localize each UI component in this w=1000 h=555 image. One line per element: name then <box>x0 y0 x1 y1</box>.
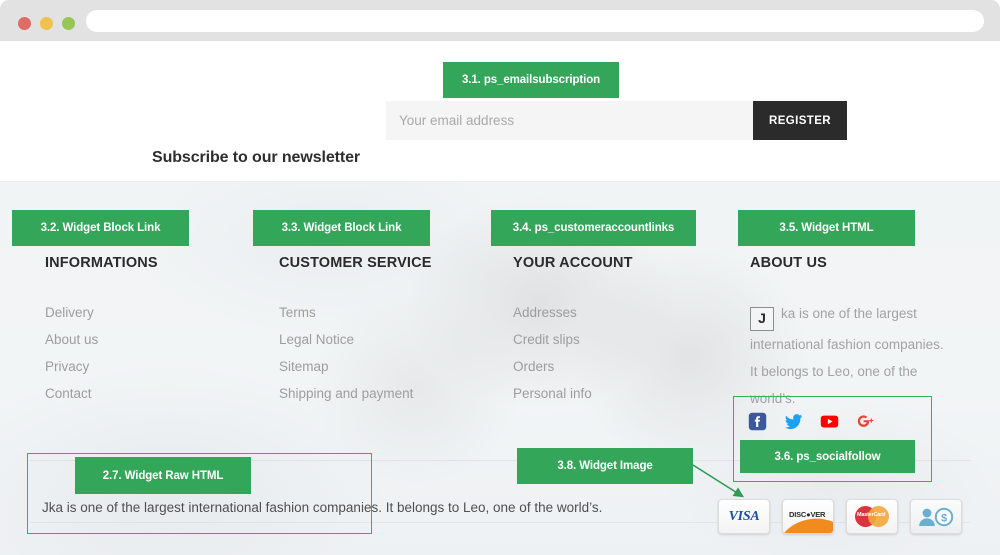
footer-column-heading-customer-service: CUSTOMER SERVICE <box>279 255 432 271</box>
list-item: Shipping and payment <box>279 380 432 407</box>
footer-column-your-account: YOUR ACCOUNT Addresses Credit slips Orde… <box>513 255 633 407</box>
annotation-chip-widget-block-link-2: 3.3. Widget Block Link <box>253 210 430 246</box>
list-item: Addresses <box>513 299 633 326</box>
annotation-chip-widget-raw-html: 2.7. Widget Raw HTML <box>75 457 251 494</box>
mastercard-card-icon: MasterCard <box>846 499 898 534</box>
visa-card-label: VISA <box>728 508 760 524</box>
annotation-chip-widget-block-link-1: 3.2. Widget Block Link <box>12 210 189 246</box>
list-item: Personal info <box>513 380 633 407</box>
footer-link-delivery[interactable]: Delivery <box>45 299 158 326</box>
annotation-chip-widget-image: 3.8. Widget Image <box>517 448 693 484</box>
footer-link-privacy[interactable]: Privacy <box>45 353 158 380</box>
window-controls <box>18 17 75 30</box>
newsletter-register-button[interactable]: REGISTER <box>753 101 847 140</box>
youtube-icon[interactable] <box>820 412 839 431</box>
list-item: Orders <box>513 353 633 380</box>
footer-link-legal-notice[interactable]: Legal Notice <box>279 326 432 353</box>
discover-card-icon: DISC●VER <box>782 499 834 534</box>
footer-link-credit-slips[interactable]: Credit slips <box>513 326 633 353</box>
list-item: Delivery <box>45 299 158 326</box>
footer-link-contact[interactable]: Contact <box>45 380 158 407</box>
annotation-chip-ps-socialfollow: 3.6. ps_socialfollow <box>740 440 915 473</box>
footer-column-heading-about-us: ABOUT US <box>750 255 827 271</box>
close-window-button[interactable] <box>18 17 31 30</box>
newsletter-title: Subscribe to our newsletter <box>152 149 361 166</box>
discover-card-label: DISC●VER <box>789 510 826 519</box>
browser-chrome <box>0 0 1000 41</box>
about-us-description: ka is one of the largest international f… <box>750 306 944 406</box>
footer-column-about-us: ABOUT US Jka is one of the largest inter… <box>750 255 950 412</box>
widget-raw-html-text: Jka is one of the largest international … <box>42 500 603 515</box>
mastercard-card-label: MasterCard <box>857 512 886 518</box>
list-item: Sitemap <box>279 353 432 380</box>
paypal-card-icon: $ <box>910 499 962 534</box>
footer-links-your-account: Addresses Credit slips Orders Personal i… <box>513 299 633 407</box>
address-bar[interactable] <box>86 10 984 32</box>
google-plus-icon[interactable] <box>856 412 875 431</box>
list-item: About us <box>45 326 158 353</box>
annotation-chip-ps-customeraccountlinks: 3.4. ps_customeraccountlinks <box>491 210 696 246</box>
social-follow-icons <box>748 412 875 431</box>
footer-links-customer-service: Terms Legal Notice Sitemap Shipping and … <box>279 299 432 407</box>
list-item: Legal Notice <box>279 326 432 353</box>
footer-links-informations: Delivery About us Privacy Contact <box>45 299 158 407</box>
twitter-icon[interactable] <box>784 412 803 431</box>
brand-initial-badge: J <box>750 306 774 331</box>
about-us-text-block: Jka is one of the largest international … <box>750 300 950 412</box>
list-item: Contact <box>45 380 158 407</box>
footer-column-heading-your-account: YOUR ACCOUNT <box>513 255 633 271</box>
footer-column-heading-informations: INFORMATIONS <box>45 255 158 271</box>
list-item: Terms <box>279 299 432 326</box>
visa-card-icon: VISA <box>718 499 770 534</box>
list-item: Privacy <box>45 353 158 380</box>
footer-column-informations: INFORMATIONS Delivery About us Privacy C… <box>45 255 158 407</box>
footer-link-orders[interactable]: Orders <box>513 353 633 380</box>
footer-link-personal-info[interactable]: Personal info <box>513 380 633 407</box>
page-root: Subscribe to our newsletter REGISTER 3.1… <box>0 0 1000 555</box>
maximize-window-button[interactable] <box>62 17 75 30</box>
list-item: Credit slips <box>513 326 633 353</box>
footer-link-sitemap[interactable]: Sitemap <box>279 353 432 380</box>
footer-column-customer-service: CUSTOMER SERVICE Terms Legal Notice Site… <box>279 255 432 407</box>
facebook-icon[interactable] <box>748 412 767 431</box>
annotation-chip-ps-emailsubscription: 3.1. ps_emailsubscription <box>443 62 619 98</box>
annotation-chip-widget-html: 3.5. Widget HTML <box>738 210 915 246</box>
minimize-window-button[interactable] <box>40 17 53 30</box>
footer-link-terms[interactable]: Terms <box>279 299 432 326</box>
footer-link-about-us[interactable]: About us <box>45 326 158 353</box>
newsletter-email-input[interactable] <box>386 101 753 140</box>
footer-link-shipping-and-payment[interactable]: Shipping and payment <box>279 380 432 407</box>
svg-text:$: $ <box>941 512 947 524</box>
footer-link-addresses[interactable]: Addresses <box>513 299 633 326</box>
payment-method-icons: VISA DISC●VER MasterCard $ <box>718 499 962 534</box>
